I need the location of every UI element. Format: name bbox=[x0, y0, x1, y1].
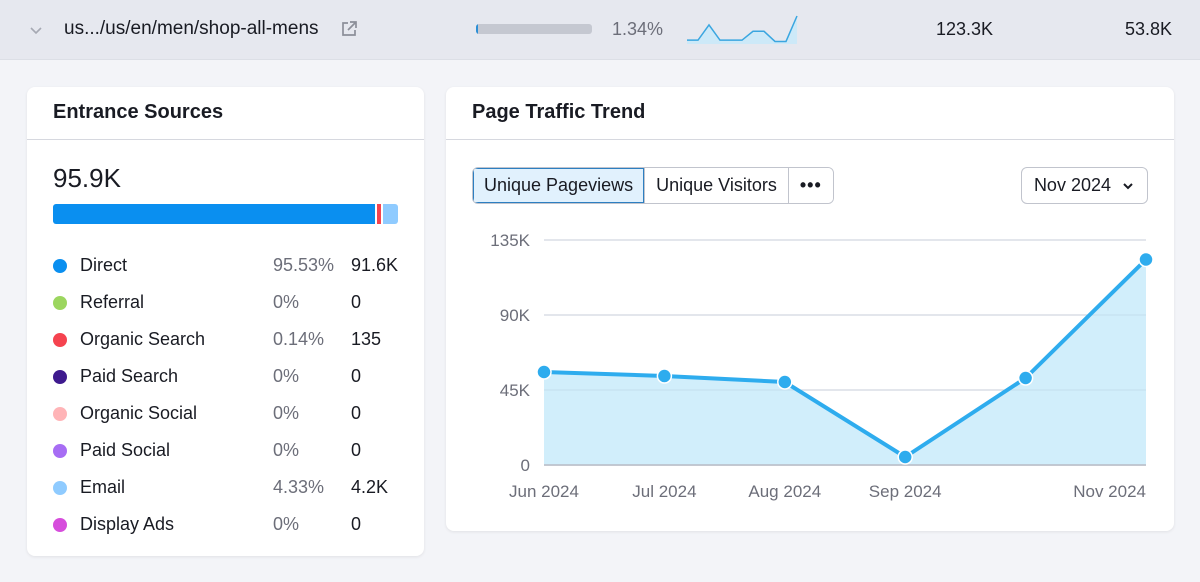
period-dropdown[interactable]: Nov 2024 bbox=[1020, 167, 1148, 204]
legend-row[interactable]: Organic Social 0% 0 bbox=[53, 395, 398, 432]
source-percent: 0% bbox=[273, 403, 300, 423]
card-title: Entrance Sources bbox=[27, 87, 424, 140]
source-label: Direct bbox=[80, 255, 128, 275]
sparkline bbox=[687, 15, 798, 44]
data-point[interactable] bbox=[1138, 251, 1154, 268]
y-tick-label: 135K bbox=[490, 231, 530, 250]
legend-row[interactable]: Paid Search 0% 0 bbox=[53, 358, 398, 395]
stacked-bar-segment[interactable] bbox=[383, 204, 398, 224]
legend-dot bbox=[53, 480, 67, 495]
source-label: Paid Social bbox=[80, 440, 171, 460]
x-tick-label: Nov 2024 bbox=[1073, 482, 1146, 501]
metric-value-2: 53.8K bbox=[1124, 19, 1172, 39]
sources-legend: Direct 95.53% 91.6K Referral 0% 0 Organic Sear… bbox=[53, 247, 398, 543]
card-title: Page Traffic Trend bbox=[446, 87, 1174, 140]
x-tick-label: Jul 2024 bbox=[632, 482, 696, 501]
legend-dot bbox=[53, 369, 67, 384]
source-percent: 0% bbox=[273, 366, 300, 386]
legend-dot bbox=[53, 443, 67, 458]
url-row[interactable]: us.../us/en/men/shop-all-mens 1.34% 123.… bbox=[0, 0, 1200, 60]
source-percent: 0% bbox=[273, 440, 300, 460]
x-tick-label: Jun 2024 bbox=[509, 482, 579, 501]
total-entrances: 95.9K bbox=[53, 163, 121, 193]
legend-dot bbox=[53, 258, 67, 273]
y-tick-label: 0 bbox=[521, 456, 530, 475]
source-label: Display Ads bbox=[80, 514, 175, 534]
traffic-chart: 0 45K 90K 135K Jun 2024 Jul 2024 Aug 2024 Sep 2… bbox=[490, 231, 1154, 501]
legend-row[interactable]: Organic Search 0.14% 135 bbox=[53, 321, 398, 358]
legend-dot bbox=[53, 406, 67, 421]
source-percent: 95.53% bbox=[272, 255, 335, 275]
source-percent: 0% bbox=[273, 292, 300, 312]
data-point[interactable] bbox=[656, 368, 673, 384]
legend-row[interactable]: Email 4.33% 4.2K bbox=[53, 469, 398, 506]
source-value: 0 bbox=[351, 366, 362, 386]
data-point[interactable] bbox=[777, 374, 793, 390]
source-percent: 0.14% bbox=[273, 329, 325, 349]
source-value: 0 bbox=[351, 440, 362, 460]
source-value: 0 bbox=[351, 292, 362, 312]
external-link-icon[interactable] bbox=[340, 20, 358, 38]
legend-dot bbox=[53, 332, 67, 347]
chevron-down-icon bbox=[1123, 182, 1133, 189]
legend-row[interactable]: Referral 0% 0 bbox=[53, 284, 398, 321]
share-bar bbox=[476, 24, 592, 34]
chevron-down-icon[interactable] bbox=[28, 22, 44, 38]
data-point[interactable] bbox=[897, 449, 913, 465]
source-label: Organic Search bbox=[80, 329, 206, 349]
source-value: 91.6K bbox=[350, 255, 398, 275]
source-percent: 0% bbox=[273, 514, 300, 534]
source-label: Organic Social bbox=[80, 403, 198, 423]
data-point[interactable] bbox=[536, 364, 552, 380]
series-area bbox=[544, 259, 1146, 465]
more-options-button[interactable]: ••• bbox=[788, 168, 833, 203]
entrance-sources-card: Entrance Sources 95.9K Direct 95.53% 91.6K… bbox=[27, 87, 424, 556]
legend-row[interactable]: Display Ads 0% 0 bbox=[53, 506, 398, 543]
y-tick-label: 90K bbox=[500, 306, 531, 325]
share-bar-fill bbox=[476, 24, 479, 34]
share-percent: 1.34% bbox=[612, 19, 664, 39]
sources-stacked-bar bbox=[53, 204, 398, 224]
tab-unique-visitors[interactable]: Unique Visitors bbox=[645, 168, 789, 203]
x-tick-label: Aug 2024 bbox=[748, 482, 821, 501]
source-value: 4.2K bbox=[351, 477, 389, 497]
source-percent: 4.33% bbox=[273, 477, 325, 497]
legend-dot bbox=[53, 517, 67, 532]
source-label: Paid Search bbox=[80, 366, 179, 386]
stacked-bar-segment[interactable] bbox=[53, 204, 378, 224]
legend-row[interactable]: Direct 95.53% 91.6K bbox=[53, 247, 398, 284]
source-value: 0 bbox=[351, 514, 362, 534]
page-traffic-card: Page Traffic Trend Unique Pageviews Uniq… bbox=[446, 87, 1174, 531]
metric-toggle: Unique Pageviews Unique Visitors ••• bbox=[472, 167, 834, 204]
data-point[interactable] bbox=[1017, 370, 1034, 386]
source-value: 0 bbox=[351, 403, 362, 423]
source-label: Email bbox=[80, 477, 126, 497]
tab-unique-pageviews[interactable]: Unique Pageviews bbox=[473, 168, 646, 203]
period-value: Nov 2024 bbox=[1033, 175, 1111, 195]
source-value: 135 bbox=[351, 329, 382, 349]
y-tick-label: 45K bbox=[500, 381, 531, 400]
legend-dot bbox=[53, 295, 67, 310]
metric-value-1: 123.3K bbox=[936, 19, 994, 39]
x-tick-label: Sep 2024 bbox=[869, 482, 942, 501]
source-label: Referral bbox=[80, 292, 145, 312]
legend-row[interactable]: Paid Social 0% 0 bbox=[53, 432, 398, 469]
page-url[interactable]: us.../us/en/men/shop-all-mens bbox=[64, 18, 319, 40]
